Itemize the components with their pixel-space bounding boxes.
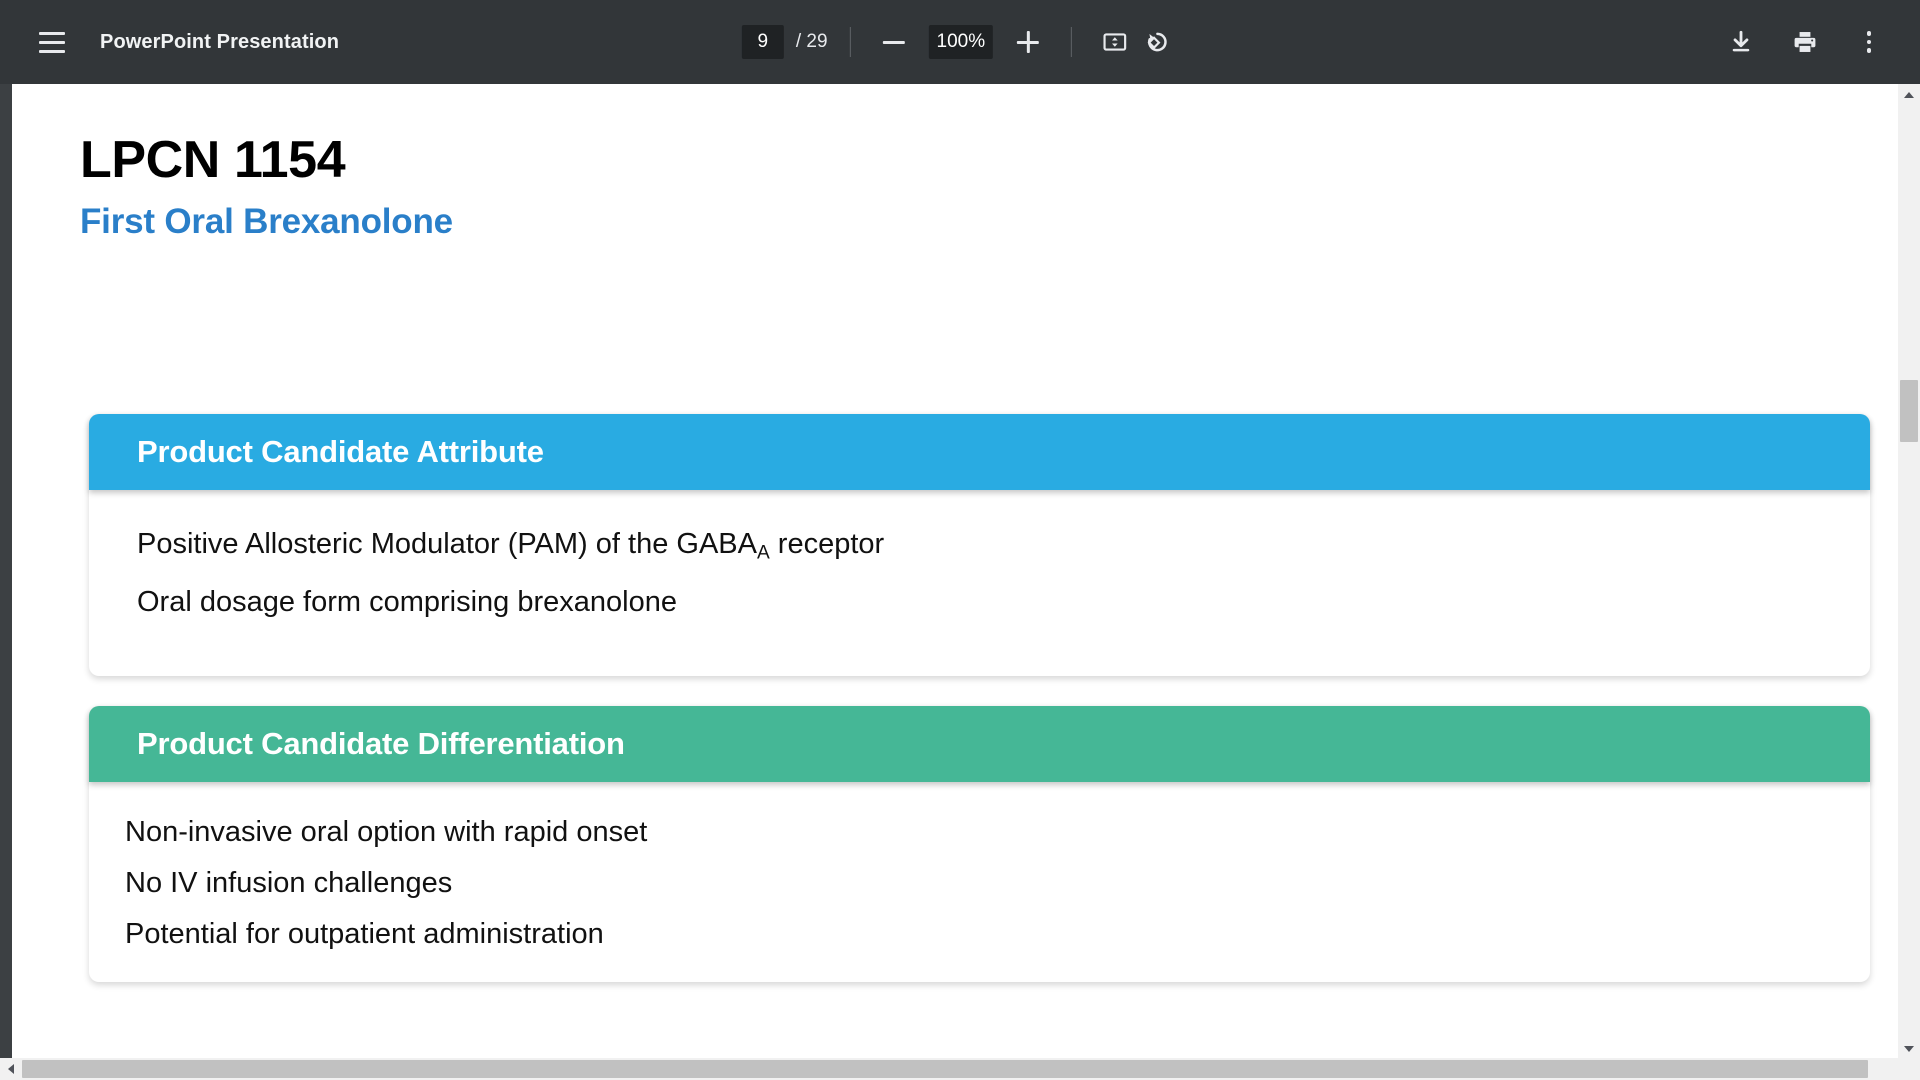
dot [1866,31,1872,36]
page-total-label: / 29 [795,31,828,52]
zoom-out-button[interactable] [873,21,915,63]
minus-icon [882,40,905,44]
more-options-icon [1866,31,1872,53]
scroll-left-button[interactable] [0,1058,22,1080]
scrollbar-corner [1898,1058,1920,1080]
fit-to-page-icon [1103,33,1127,51]
rotate-counterclockwise-icon [1147,32,1167,52]
card-line-text: Non-invasive oral option with rapid onse… [125,816,648,848]
hamburger-menu-icon[interactable] [30,20,74,64]
card-header-title: Product Candidate Attribute [137,434,544,469]
vertical-scrollbar-thumb[interactable] [1900,380,1918,442]
scroll-left-arrow-icon [8,1064,14,1074]
slide-page: LPCN 1154 First Oral Brexanolone Product… [12,84,1892,1060]
toolbar-center-group: / 29 100% [741,21,1178,63]
card-product-candidate-attribute: Product Candidate Attribute Positive All… [89,414,1870,676]
dot [1866,48,1872,53]
download-button[interactable] [1720,21,1762,63]
card-line-subscript: A [756,542,770,564]
plus-icon [1017,31,1040,53]
viewer-toolbar: PowerPoint Presentation / 29 100% [0,0,1920,84]
card-header-differentiation: Product Candidate Differentiation [89,706,1870,782]
fit-to-page-button[interactable] [1094,21,1136,63]
document-title: PowerPoint Presentation [100,30,340,53]
scroll-down-button[interactable] [1898,1038,1920,1060]
zoom-level-display[interactable]: 100% [928,25,994,59]
document-content-area[interactable]: LPCN 1154 First Oral Brexanolone Product… [12,84,1892,1060]
card-line-text: Positive Allosteric Modulator (PAM) of t… [137,528,757,560]
card-line: Oral dosage form comprising brexanolone [137,588,1822,617]
scroll-up-arrow-icon [1904,92,1914,98]
horizontal-scrollbar[interactable] [0,1058,1920,1080]
card-line: Non-invasive oral option with rapid onse… [125,818,1822,847]
rotate-button[interactable] [1136,21,1178,63]
toolbar-divider [849,27,851,57]
horizontal-scrollbar-track[interactable] [22,1058,1898,1080]
card-line-text: Oral dosage form comprising brexanolone [137,586,677,619]
card-header-attribute: Product Candidate Attribute [89,414,1870,490]
card-body-differentiation: Non-invasive oral option with rapid onse… [89,782,1870,1005]
vertical-scrollbar[interactable] [1898,84,1920,1060]
slide-subtitle: First Oral Brexanolone [80,202,453,241]
card-line-text: Potential for outpatient administration [125,918,604,950]
hamburger-bar [39,40,65,44]
pdf-viewer: PowerPoint Presentation / 29 100% [0,0,1920,1080]
toolbar-divider [1071,27,1073,57]
slide-title: LPCN 1154 [80,131,346,189]
page-number-input[interactable] [741,25,784,59]
toolbar-right-group [1720,21,1890,63]
horizontal-scrollbar-thumb[interactable] [22,1060,1868,1078]
hamburger-bar [39,31,65,35]
scroll-down-arrow-icon [1904,1046,1914,1052]
toolbar-left-group: PowerPoint Presentation [0,20,339,64]
card-line-suffix: receptor [769,528,885,560]
hamburger-bar [39,49,65,53]
card-body-attribute: Positive Allosteric Modulator (PAM) of t… [89,490,1870,676]
card-line: No IV infusion challenges [125,869,1822,898]
scroll-up-button[interactable] [1898,84,1920,106]
zoom-in-button[interactable] [1007,21,1049,63]
card-header-title: Product Candidate Differentiation [137,726,625,761]
card-line: Potential for outpatient administration [125,920,1822,949]
dot [1866,39,1872,45]
card-line-text: No IV infusion challenges [125,867,453,899]
left-gutter [0,84,12,1080]
download-icon [1732,30,1750,52]
more-options-button[interactable] [1848,21,1890,63]
card-product-candidate-differentiation: Product Candidate Differentiation Non-in… [89,706,1870,982]
card-line: Positive Allosteric Modulator (PAM) of t… [137,528,1822,564]
print-icon [1794,32,1816,52]
print-button[interactable] [1784,21,1826,63]
